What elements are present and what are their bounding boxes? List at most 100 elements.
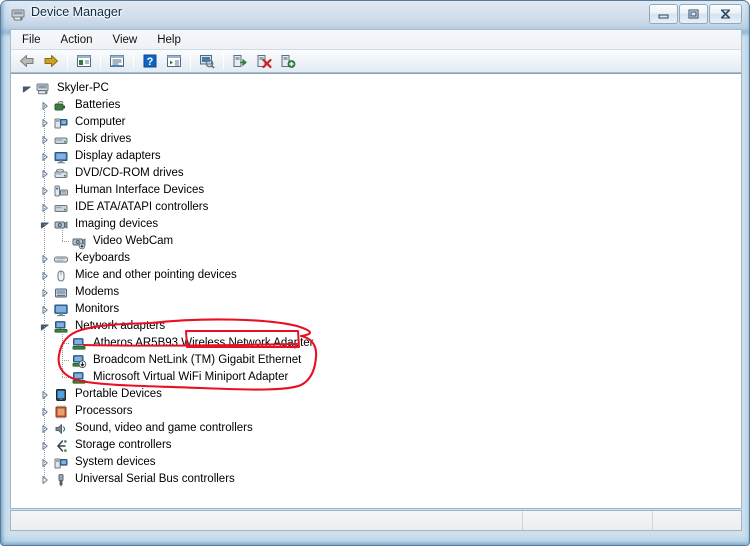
tree-node-label: Video WebCam [93,235,174,247]
tree-node-label: Human Interface Devices [75,184,205,196]
tree-node-display-adapters[interactable]: Display adapters [11,148,741,165]
status-bar-section-b [523,511,653,530]
action-pane-icon [167,55,181,67]
device-tree-pane[interactable]: Skyler-PC Batteries Computer Disk drives Dis… [10,73,742,509]
collapse-chevron-icon[interactable] [19,80,34,97]
tree-node-label: Imaging devices [75,218,159,230]
tree-node-system-devices[interactable]: System devices [11,454,741,471]
tree-node-imaging-devices[interactable]: Imaging devices [11,216,741,233]
back-button[interactable] [16,51,38,71]
processor-icon [52,404,70,420]
properties-button[interactable] [106,51,128,71]
imaging-device-icon [52,217,70,233]
menu-file[interactable]: File [13,32,50,48]
tree-guide-tick [62,360,69,361]
network-adapter-disabled-icon [70,353,88,369]
toolbar-separator [67,53,68,69]
storage-controller-icon [52,438,70,454]
tree-node-label: Display adapters [75,150,161,162]
restore-icon [688,9,699,19]
sound-controller-icon [52,421,70,437]
tree-node-network-adapters[interactable]: Network adapters [11,318,741,335]
close-button[interactable] [709,4,742,24]
network-adapter-icon [70,370,88,386]
tree-node-dvd-cd-rom-drives[interactable]: DVD/CD-ROM drives [11,165,741,182]
forward-button[interactable] [40,51,62,71]
help-button[interactable]: ? [139,51,161,71]
restore-button[interactable] [679,4,708,24]
enable-device-icon [281,55,296,68]
menu-help[interactable]: Help [148,32,190,48]
show-hide-console-tree-button[interactable] [73,51,95,71]
tree-node-mice-and-other-pointing-devices[interactable]: Mice and other pointing devices [11,267,741,284]
status-bar-section-c [653,511,741,530]
tree-node-sound-video-and-game-controllers[interactable]: Sound, video and game controllers [11,420,741,437]
scan-for-hardware-changes-button[interactable] [196,51,218,71]
tree-node-label: Processors [75,405,133,417]
tree-node-keyboards[interactable]: Keyboards [11,250,741,267]
keyboard-icon [52,251,70,267]
help-question-icon: ? [143,54,157,68]
mouse-icon [52,268,70,284]
tree-node-monitors[interactable]: Monitors [11,301,741,318]
toolbar-separator [133,53,134,69]
tree-node-modems[interactable]: Modems [11,284,741,301]
portable-device-icon [52,387,70,403]
tree-node-label: Atheros AR5B93 Wireless Network Adapter [93,337,314,349]
back-arrow-icon [20,55,34,67]
device-tree: Skyler-PC Batteries Computer Disk drives Dis… [11,80,741,488]
status-bar-main [11,511,523,530]
tree-node-label: Portable Devices [75,388,162,400]
system-device-icon [52,455,70,471]
modem-icon [52,285,70,301]
update-driver-button[interactable] [229,51,251,71]
computer-icon [52,115,70,131]
tree-node-video-webcam[interactable]: Video WebCam [11,233,741,250]
tree-node-microsoft-virtual-wifi-miniport-adapter[interactable]: Microsoft Virtual WiFi Miniport Adapter [11,369,741,386]
minimize-button[interactable] [649,4,678,24]
tree-node-atheros-ar5b93-wireless-network-adapter[interactable]: Atheros AR5B93 Wireless Network Adapter [11,335,741,352]
tree-node-label: System devices [75,456,156,468]
window-title: Device Manager [31,5,123,19]
scan-hardware-icon [200,55,215,69]
tree-node-label: DVD/CD-ROM drives [75,167,184,179]
menu-action[interactable]: Action [52,32,102,48]
tree-node-label: Sound, video and game controllers [75,422,253,434]
tree-node-broadcom-netlink-gigabit-ethernet[interactable]: Broadcom NetLink (TM) Gigabit Ethernet [11,352,741,369]
disable-device-icon [257,55,272,69]
tree-node-batteries[interactable]: Batteries [11,97,741,114]
tree-node-skyler-pc[interactable]: Skyler-PC [11,80,741,97]
tree-node-label: Microsoft Virtual WiFi Miniport Adapter [93,371,289,383]
tree-node-human-interface-devices[interactable]: Human Interface Devices [11,182,741,199]
tree-node-label: Storage controllers [75,439,172,451]
tree-guide-tick [62,241,69,242]
tree-node-processors[interactable]: Processors [11,403,741,420]
tree-node-label: Batteries [75,99,121,111]
show-hide-action-pane-button[interactable] [163,51,185,71]
tree-node-disk-drives[interactable]: Disk drives [11,131,741,148]
tree-node-label: Modems [75,286,120,298]
enable-device-button[interactable] [277,51,299,71]
usb-controller-icon [52,472,70,488]
properties-icon [110,55,124,67]
dvd-drive-icon [52,166,70,182]
tree-node-label: Network adapters [75,320,166,332]
title-bar[interactable]: Device Manager [1,1,749,28]
tree-guide-line [44,105,45,479]
toolbar-separator [190,53,191,69]
tree-node-universal-serial-bus-controllers[interactable]: Universal Serial Bus controllers [11,471,741,488]
tree-node-ide-ata-atapi-controllers[interactable]: IDE ATA/ATAPI controllers [11,199,741,216]
tree-node-computer[interactable]: Computer [11,114,741,131]
network-adapter-icon [70,336,88,352]
hid-icon [52,183,70,199]
toolbar: ? [10,49,742,73]
tree-node-label: Mice and other pointing devices [75,269,237,281]
menu-view[interactable]: View [104,32,147,48]
device-manager-icon [10,7,26,23]
tree-node-portable-devices[interactable]: Portable Devices [11,386,741,403]
ide-controller-icon [52,200,70,216]
tree-node-storage-controllers[interactable]: Storage controllers [11,437,741,454]
disable-device-button[interactable] [253,51,275,71]
tree-guide-line [62,228,63,241]
tree-node-label: Computer [75,116,126,128]
